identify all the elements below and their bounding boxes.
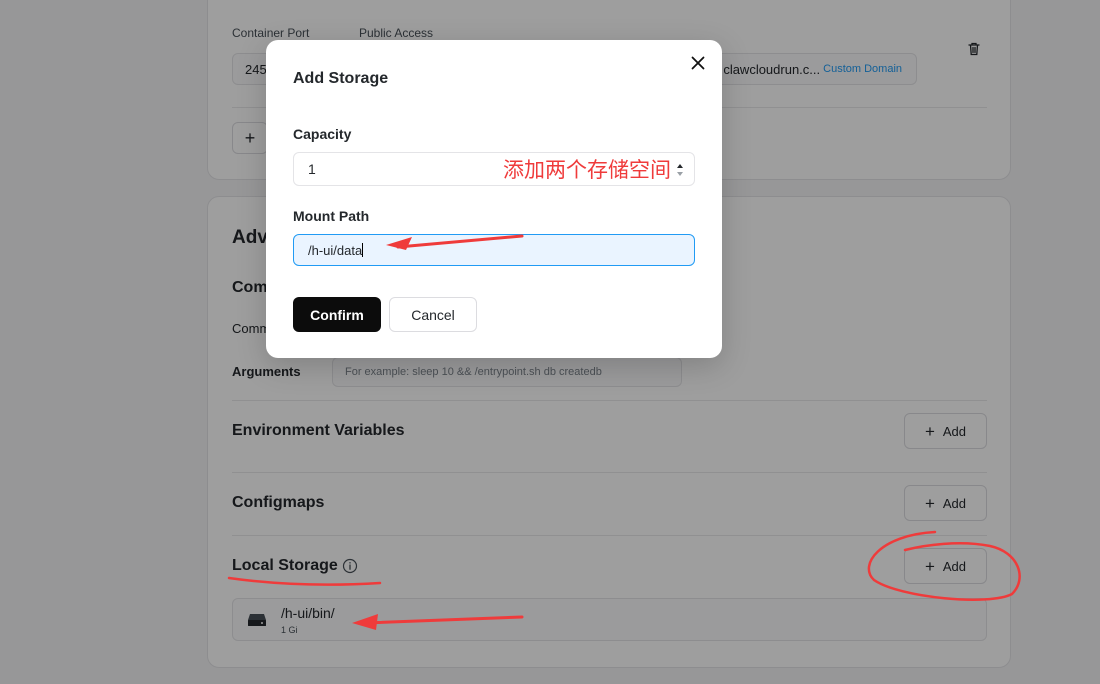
- add-storage-dialog: Add Storage Capacity 1 Mount Path /h-ui/…: [266, 40, 722, 358]
- text-caret: [362, 243, 364, 257]
- cancel-button[interactable]: Cancel: [389, 297, 477, 332]
- mount-path-label: Mount Path: [293, 208, 370, 224]
- capacity-label: Capacity: [293, 126, 352, 142]
- close-button[interactable]: [688, 53, 708, 73]
- mount-path-value: /h-ui/data: [308, 242, 363, 258]
- mount-path-input[interactable]: /h-ui/data: [293, 234, 695, 266]
- close-icon: [691, 56, 705, 70]
- annotation-text: 添加两个存储空间: [503, 158, 671, 182]
- stepper-icon[interactable]: [674, 158, 686, 182]
- dialog-title: Add Storage: [293, 70, 389, 87]
- confirm-button[interactable]: Confirm: [293, 297, 381, 332]
- capacity-value: 1: [308, 161, 316, 177]
